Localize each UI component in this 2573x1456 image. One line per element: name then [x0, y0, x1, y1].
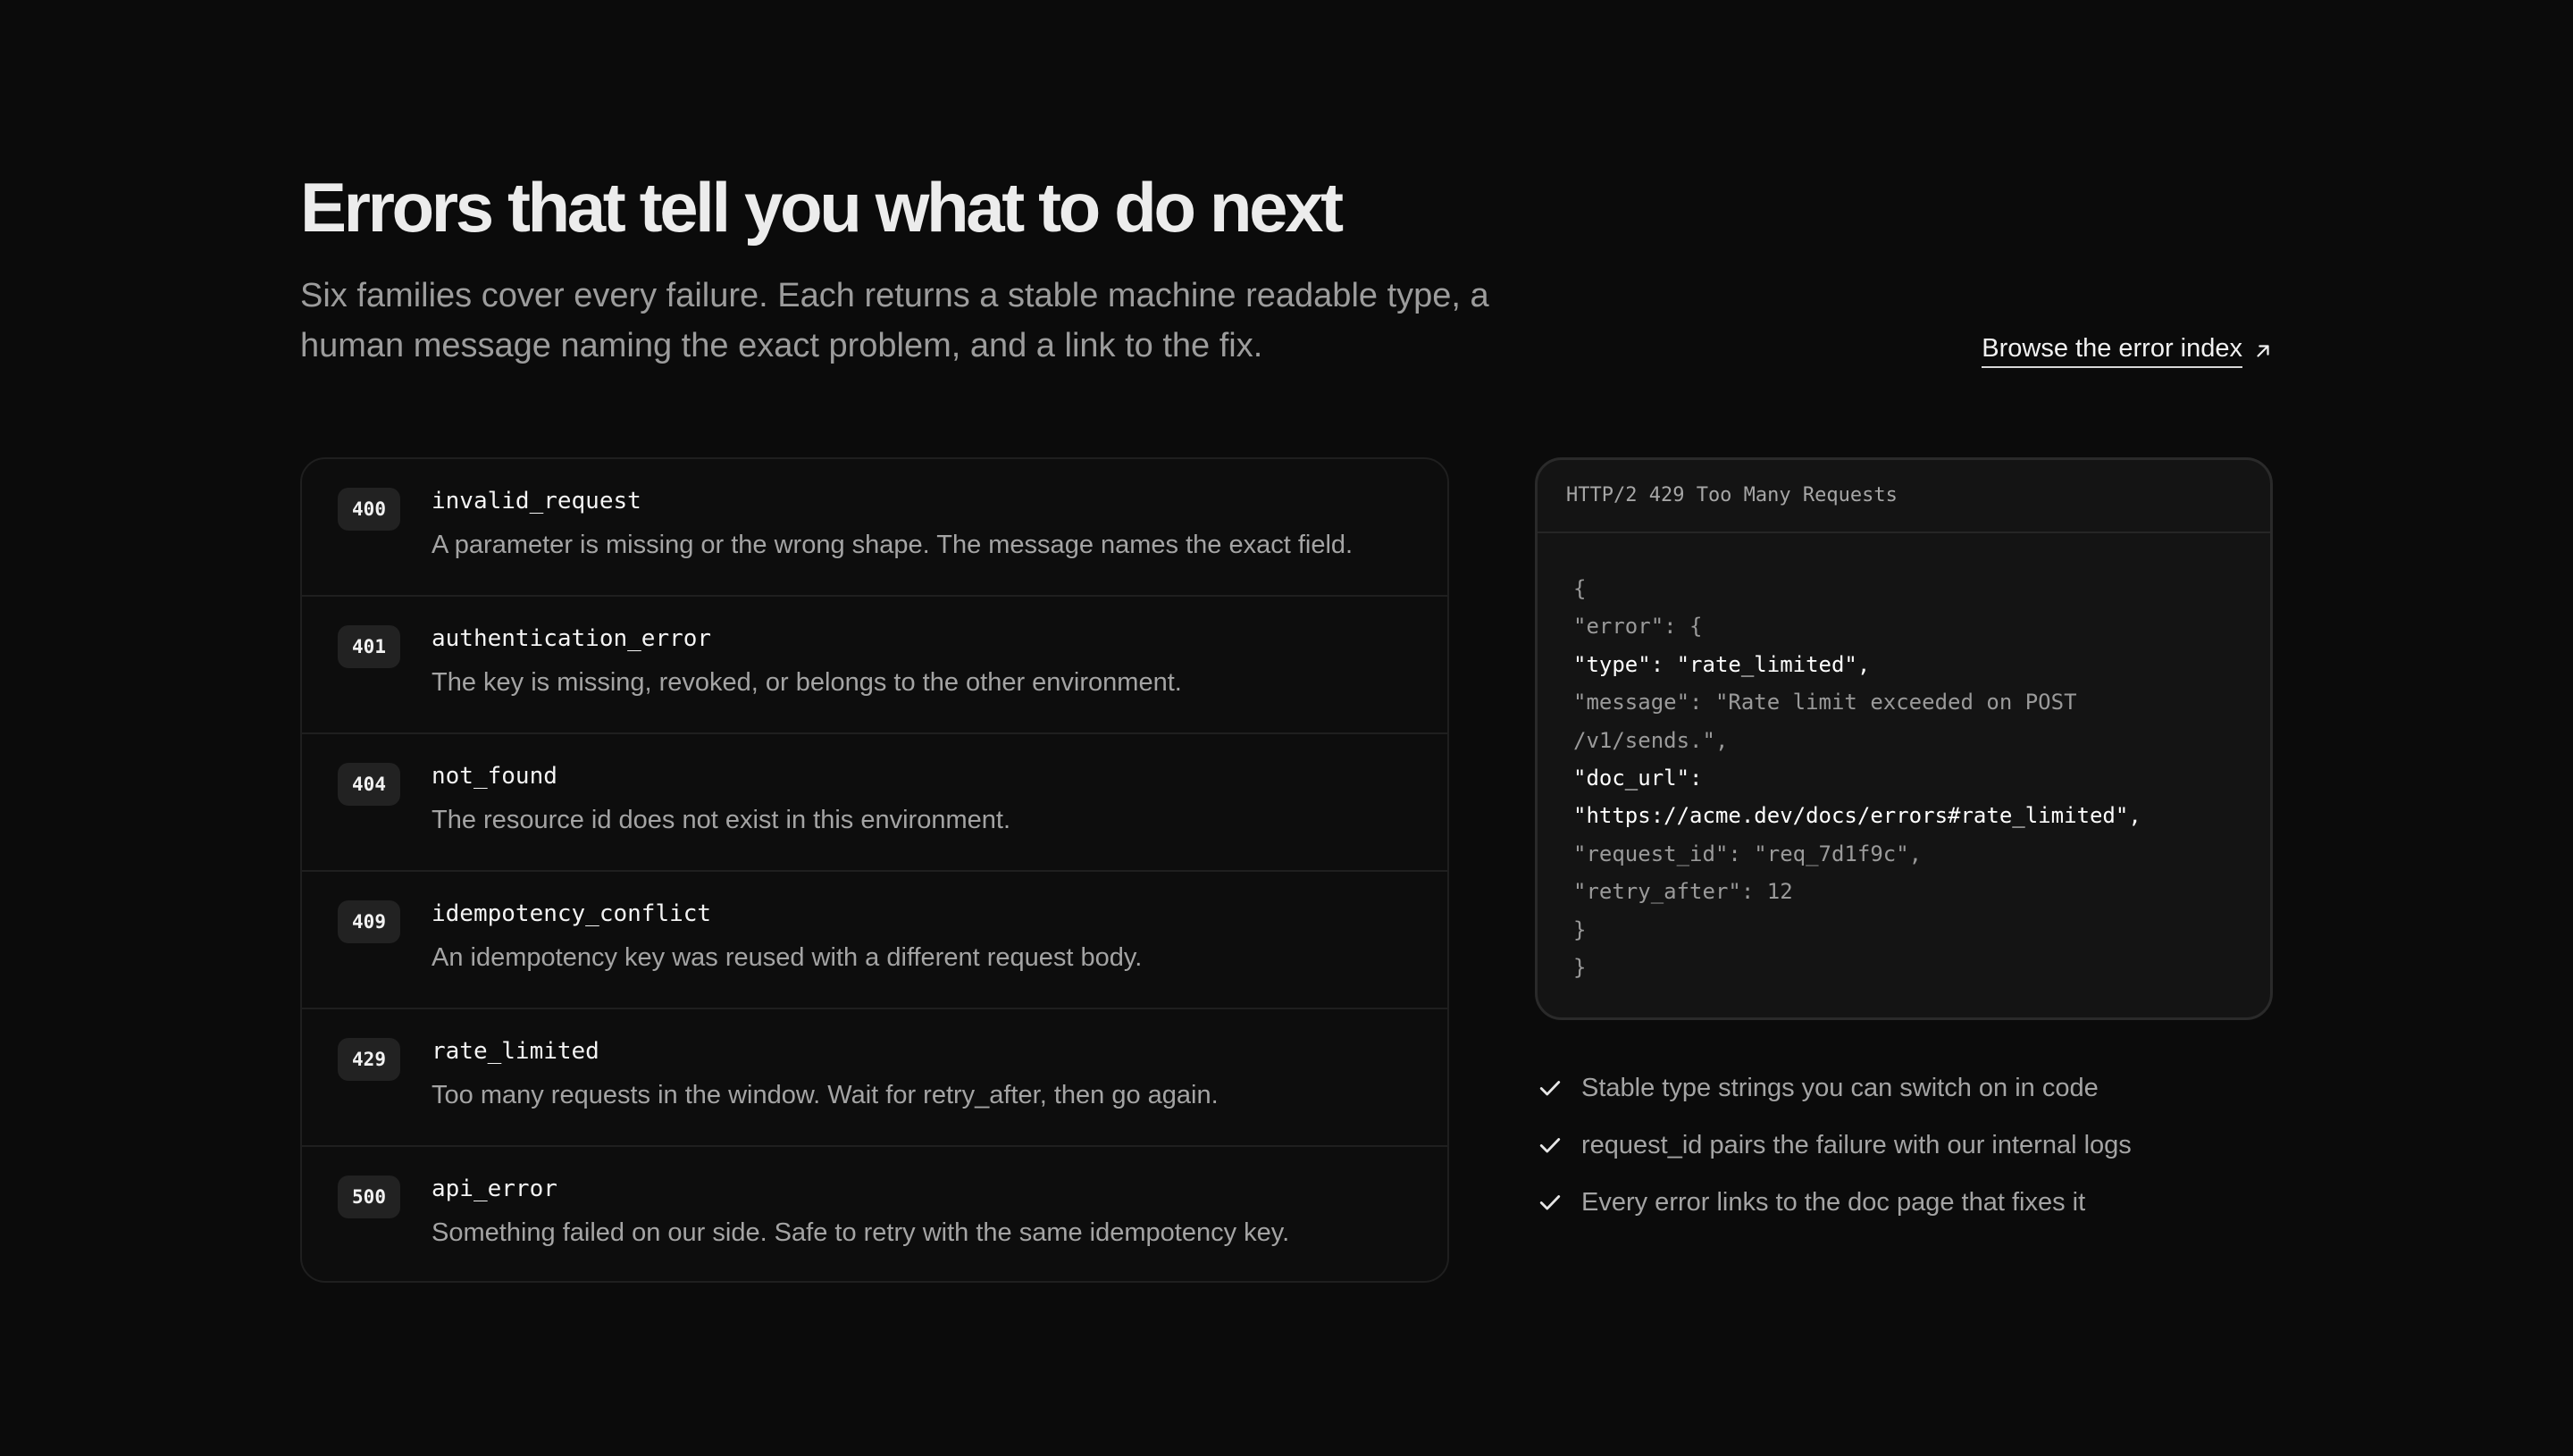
feature-text: request_id pairs the failure with our in… — [1581, 1130, 2132, 1159]
error-list: 400 invalid_request A parameter is missi… — [300, 457, 1449, 1283]
status-code-badge: 404 — [338, 763, 400, 806]
code-panel-header: HTTP/2 429 Too Many Requests — [1538, 460, 2270, 533]
response-code-panel: HTTP/2 429 Too Many Requests { "error": … — [1535, 457, 2273, 1020]
feature-text: Every error links to the doc page that f… — [1581, 1187, 2086, 1217]
error-row: 401 authentication_error The key is miss… — [302, 597, 1447, 734]
error-row: 409 idempotency_conflict An idempotency … — [302, 872, 1447, 1009]
error-description: Something failed on our side. Safe to re… — [432, 1218, 1290, 1247]
code-line: "https://acme.dev/docs/errors#rate_limit… — [1573, 803, 2141, 829]
code-line: "error": { — [1573, 614, 1703, 640]
arrow-up-right-icon — [2257, 345, 2269, 357]
check-icon — [1539, 1138, 1561, 1153]
feature-item: Stable type strings you can switch on in… — [1535, 1059, 2132, 1117]
browse-error-index-link[interactable]: Browse the error index — [1982, 334, 2273, 368]
code-line: "request_id": "req_7d1f9c", — [1573, 841, 1923, 866]
error-description: Too many requests in the window. Wait fo… — [432, 1081, 1219, 1109]
code-line: { — [1573, 576, 1587, 601]
check-icon — [1539, 1195, 1561, 1210]
error-description: A parameter is missing or the wrong shap… — [432, 531, 1354, 559]
status-code-badge: 500 — [338, 1176, 400, 1218]
feature-text: Stable type strings you can switch on in… — [1581, 1073, 2099, 1102]
error-row: 400 invalid_request A parameter is missi… — [302, 459, 1447, 597]
code-line: "retry_after": 12 — [1573, 879, 1793, 905]
error-row: 500 api_error Something failed on our si… — [302, 1147, 1447, 1281]
error-description: An idempotency key was reused with a dif… — [432, 943, 1143, 972]
error-type: api_error — [432, 1176, 557, 1202]
status-code-badge: 401 — [338, 625, 400, 668]
code-line: } — [1573, 954, 1587, 980]
feature-item: Every error links to the doc page that f… — [1535, 1174, 2132, 1231]
error-type: rate_limited — [432, 1038, 599, 1065]
code-line: } — [1573, 916, 1587, 942]
code-line: "type": "rate_limited", — [1573, 651, 1871, 677]
error-type: not_found — [432, 763, 557, 790]
error-type: authentication_error — [432, 625, 712, 652]
check-icon — [1539, 1081, 1561, 1096]
error-type: invalid_request — [432, 488, 641, 515]
page-title: Errors that tell you what to do next — [300, 168, 1344, 247]
error-row: 404 not_found The resource id does not e… — [302, 734, 1447, 872]
code-line: "message": "Rate limit exceeded on POST — [1573, 690, 2077, 715]
status-code-badge: 400 — [338, 488, 400, 531]
page-subtitle: Six families cover every failure. Each r… — [300, 277, 1489, 364]
code-line: /v1/sends.", — [1573, 727, 1729, 753]
feature-list: Stable type strings you can switch on in… — [1535, 1059, 2132, 1231]
error-description: The resource id does not exist in this e… — [432, 806, 1010, 834]
status-code-badge: 429 — [338, 1038, 400, 1081]
status-code-badge: 409 — [338, 900, 400, 943]
code-line: "doc_url": — [1573, 765, 1703, 791]
error-type: idempotency_conflict — [432, 900, 712, 927]
code-block: { "error": { "type": "rate_limited", "me… — [1538, 533, 2270, 986]
browse-error-index-label: Browse the error index — [1982, 334, 2242, 368]
error-row: 429 rate_limited Too many requests in th… — [302, 1009, 1447, 1147]
feature-item: request_id pairs the failure with our in… — [1535, 1117, 2132, 1174]
error-description: The key is missing, revoked, or belongs … — [432, 668, 1182, 697]
